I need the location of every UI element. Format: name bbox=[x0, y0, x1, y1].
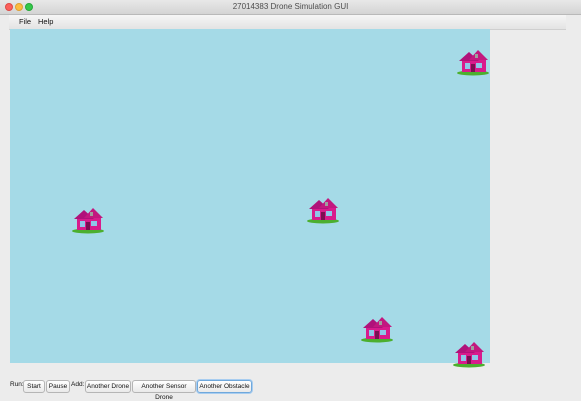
obstacle-house-icon bbox=[453, 342, 485, 368]
obstacle-house-icon bbox=[307, 198, 339, 224]
add-obstacle-button[interactable]: Another Obstacle bbox=[197, 380, 252, 393]
window-title: 27014383 Drone Simulation GUI bbox=[232, 2, 349, 11]
controls-bar: Run: Start Pause Add: Another Drone Anot… bbox=[0, 377, 581, 401]
start-button[interactable]: Start bbox=[23, 380, 45, 393]
pause-button[interactable]: Pause bbox=[46, 380, 70, 393]
menu-help[interactable]: Help bbox=[38, 17, 53, 27]
simulation-arena[interactable] bbox=[10, 29, 490, 368]
add-sensor-drone-button[interactable]: Another Sensor Drone bbox=[132, 380, 196, 401]
menu-bar: File Help bbox=[9, 15, 566, 30]
obstacle-house-icon bbox=[361, 317, 393, 343]
add-label: Add: bbox=[71, 381, 85, 388]
menu-file[interactable]: File bbox=[19, 17, 31, 27]
title-bar: 27014383 Drone Simulation GUI bbox=[0, 0, 581, 15]
app-window: 27014383 Drone Simulation GUI File Help bbox=[0, 0, 581, 401]
run-label: Run: bbox=[10, 381, 24, 388]
obstacle-house-icon bbox=[457, 50, 489, 76]
obstacle-house-icon bbox=[72, 208, 104, 234]
add-drone-button[interactable]: Another Drone bbox=[85, 380, 131, 393]
